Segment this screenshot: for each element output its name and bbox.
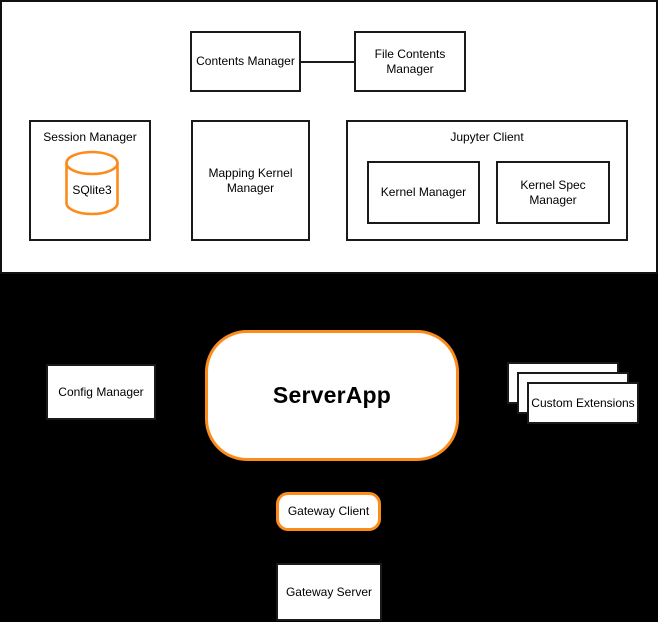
custom-extensions-label: Custom Extensions [531, 395, 635, 410]
diagram-canvas: Contents Manager File Contents Manager S… [0, 0, 658, 622]
node-contents-manager[interactable]: Contents Manager [190, 31, 301, 92]
node-kernel-manager[interactable]: Kernel Manager [367, 161, 480, 224]
node-gateway-client[interactable]: Gateway Client [276, 492, 381, 531]
serverapp-label: ServerApp [272, 382, 392, 409]
node-custom-extensions[interactable]: Custom Extensions [527, 382, 639, 424]
node-kernel-spec-manager[interactable]: Kernel Spec Manager [496, 161, 610, 224]
node-mapping-kernel-manager[interactable]: Mapping Kernel Manager [191, 120, 310, 241]
config-manager-label: Config Manager [58, 384, 144, 399]
node-file-contents-manager[interactable]: File Contents Manager [354, 31, 466, 92]
node-gateway-server[interactable]: Gateway Server [276, 563, 382, 621]
file-contents-manager-label: File Contents Manager [374, 46, 446, 76]
contents-manager-label: Contents Manager [196, 54, 295, 68]
sqlite-label: SQlite3 [72, 183, 112, 197]
gateway-server-label: Gateway Server [285, 584, 373, 599]
mapping-kernel-manager-label: Mapping Kernel Manager [208, 165, 293, 195]
kernel-spec-manager-label: Kernel Spec Manager [520, 177, 586, 207]
node-serverapp[interactable]: ServerApp [205, 330, 459, 461]
session-manager-label: Session Manager [43, 130, 137, 144]
connector-contents-to-file-contents [300, 61, 355, 63]
kernel-manager-label: Kernel Manager [380, 185, 467, 199]
jupyter-client-label: Jupyter Client [450, 130, 524, 144]
node-config-manager[interactable]: Config Manager [46, 364, 156, 420]
gateway-client-label: Gateway Client [287, 504, 370, 518]
